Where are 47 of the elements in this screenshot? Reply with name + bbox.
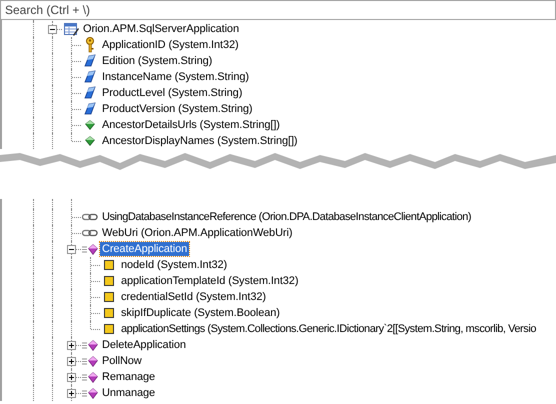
collapse-icon[interactable] xyxy=(48,25,57,34)
gem-icon xyxy=(84,102,96,116)
tree-item[interactable]: AncestorDetailsUrls (System.String[]) xyxy=(100,118,282,132)
gem-icon xyxy=(84,86,96,100)
tree-item[interactable]: Remanage xyxy=(100,370,158,384)
tree-item[interactable]: applicationTemplateId (System.Int32) xyxy=(119,274,300,288)
gem-icon xyxy=(85,136,95,146)
tree-item[interactable]: ProductLevel (System.String) xyxy=(100,86,244,100)
tree-item[interactable]: ProductVersion (System.String) xyxy=(100,102,254,116)
method-icon xyxy=(82,244,98,254)
expand-icon[interactable] xyxy=(67,357,76,366)
square-icon xyxy=(104,276,114,286)
tree-item[interactable]: ApplicationID (System.Int32) xyxy=(100,38,241,52)
tree-item[interactable]: PollNow xyxy=(100,354,144,368)
chain-icon xyxy=(82,213,98,221)
method-icon xyxy=(82,340,98,350)
square-icon xyxy=(104,292,114,302)
gem-icon xyxy=(84,54,96,68)
tree-item[interactable]: UsingDatabaseInstanceReference (Orion.DPA.DatabaseInstanceClientApplication) xyxy=(100,210,474,224)
method-icon xyxy=(82,372,98,382)
tree-item[interactable]: applicationSettings (System.Collections.Generic.IDictionary`2[[System.String, mscorlib, Versio xyxy=(119,322,538,336)
chain-icon xyxy=(82,229,98,237)
collapse-icon[interactable] xyxy=(67,245,76,254)
expand-icon[interactable] xyxy=(67,389,76,398)
square-icon xyxy=(104,324,114,334)
square-icon xyxy=(104,260,114,270)
tree-item[interactable]: WebUri (Orion.APM.ApplicationWebUri) xyxy=(100,226,294,240)
expand-icon[interactable] xyxy=(67,373,76,382)
expand-icon[interactable] xyxy=(67,341,76,350)
tree-item[interactable]: CreateApplication xyxy=(100,242,190,256)
method-icon xyxy=(82,356,98,366)
tree-item[interactable]: DeleteApplication xyxy=(100,338,188,352)
gem-icon xyxy=(85,120,95,130)
square-icon xyxy=(104,308,114,318)
tree-item[interactable]: InstanceName (System.String) xyxy=(100,70,251,84)
tree-item[interactable]: AncestorDisplayNames (System.String[]) xyxy=(100,134,300,148)
table-icon xyxy=(64,22,78,36)
tree-item[interactable]: credentialSetId (System.Int32) xyxy=(119,290,268,304)
method-icon xyxy=(82,388,98,398)
tree-item[interactable]: nodeId (System.Int32) xyxy=(119,258,230,272)
tree-item[interactable]: Edition (System.String) xyxy=(100,54,214,68)
key-icon xyxy=(85,37,95,53)
tree-item[interactable]: Unmanage xyxy=(100,386,158,400)
gem-icon xyxy=(84,70,96,84)
tree-item[interactable]: Orion.APM.SqlServerApplication xyxy=(81,22,241,36)
search-field[interactable]: Search (Ctrl + \) xyxy=(0,0,556,20)
tree-item[interactable]: skipIfDuplicate (System.Boolean) xyxy=(119,306,282,320)
